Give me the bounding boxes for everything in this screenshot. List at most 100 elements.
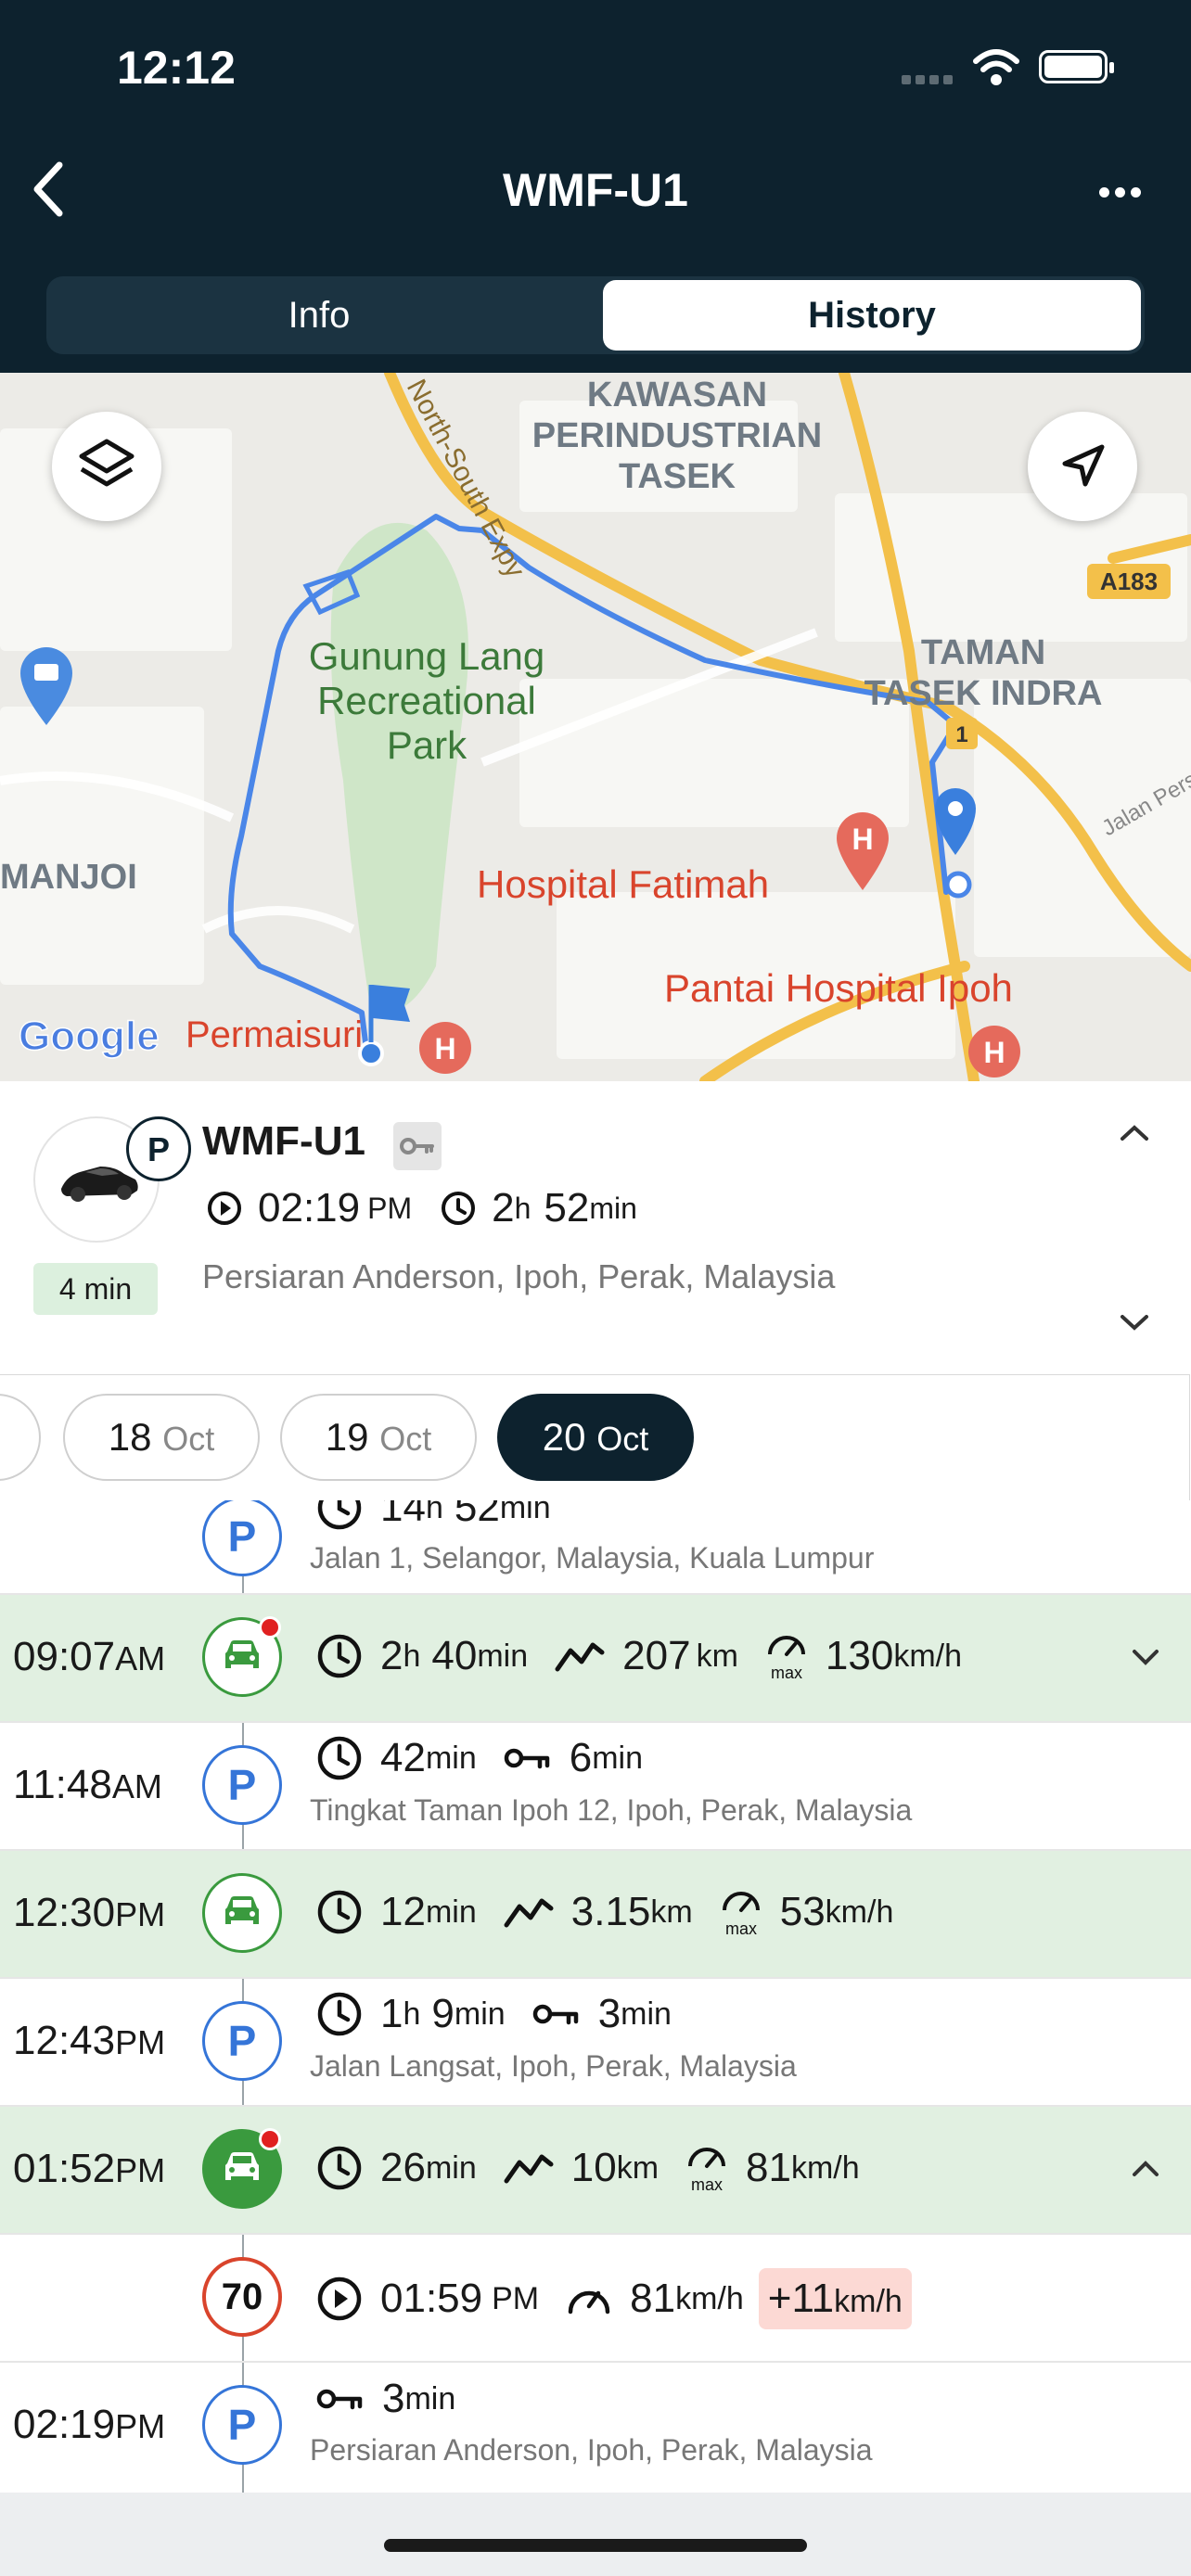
speed-value: 81 [630, 2276, 676, 2321]
duration-minutes: 9 [431, 1991, 455, 2036]
tab-history[interactable]: History [603, 280, 1141, 351]
parked-status-badge: P [126, 1116, 191, 1181]
page-title: WMF-U1 [503, 164, 688, 216]
max-speed-value: 130 [825, 1633, 894, 1678]
date-chip-18-oct[interactable]: 18 Oct [63, 1394, 260, 1481]
duration-hours: 1 [380, 1991, 403, 2036]
distance-value: 3.15 [570, 1889, 651, 1934]
battery-icon [1039, 50, 1114, 83]
time-ampm: PM [115, 1895, 166, 1933]
drive-stats: 2h 40 min 207 km max 130 km/h [315, 1630, 962, 1682]
time-value: 11:48 [13, 1762, 112, 1807]
park-stats: 1h 9 min 3 min [315, 1990, 672, 2038]
time-ampm: PM [115, 2023, 166, 2061]
time-ampm: AM [111, 1767, 162, 1805]
distance-unit: km [616, 2149, 660, 2186]
key-icon [504, 1748, 549, 1769]
last-update-badge: 4 min [33, 1263, 158, 1315]
clock-icon [317, 1890, 362, 1934]
parked-since-time: 02:19 [258, 1185, 361, 1231]
clock-icon [317, 1634, 362, 1678]
over-speed-value: +11 [767, 2276, 835, 2321]
park-stats: 42 min 6 min [315, 1734, 643, 1782]
duration-value: 12 [380, 1889, 426, 1934]
date-month: Oct [162, 1420, 215, 1458]
date-month: Oct [379, 1420, 432, 1458]
time-ampm: AM [115, 1639, 166, 1677]
distance-unit: km [696, 1638, 738, 1674]
svg-text:H: H [852, 823, 873, 856]
duration-minutes: 40 [431, 1633, 478, 1678]
timeline-row-park[interactable]: 02:19PM P 3 min Persiaran Anderson, Ipoh,… [0, 2363, 1191, 2493]
park-stats: 3 min [315, 2376, 455, 2422]
layers-icon [79, 439, 134, 487]
duration-minutes-unit: min [454, 1996, 506, 2032]
drive-node [202, 1873, 282, 1953]
max-speed-icon: max [767, 1636, 805, 1682]
chevron-down-icon[interactable] [1117, 1311, 1152, 1333]
more-icon[interactable] [1099, 185, 1146, 202]
chevron-up-icon[interactable] [1117, 1122, 1152, 1144]
duration-hours: 14 [380, 1500, 426, 1530]
duration-hours-unit: h [425, 1500, 443, 1525]
clock-icon [317, 1992, 362, 2036]
route-map[interactable]: H H H A183 1 North-South Expy Jalan Pers… [0, 373, 1191, 1081]
tab-info[interactable]: Info [50, 280, 588, 351]
timeline-row-park[interactable]: 11:48AM P 42 min 6 min Tingkat Taman Ipoh … [0, 1723, 1191, 1851]
navigation-arrow-icon [1062, 444, 1105, 487]
time-ampm: PM [115, 2407, 166, 2445]
row-time: 12:43PM [13, 2018, 165, 2064]
map-label-permaisuri: Permaisuri [186, 1014, 364, 1055]
date-day: 19 [325, 1415, 369, 1459]
chevron-up-icon[interactable] [1130, 2159, 1161, 2179]
ignition-duration-value: 6 [569, 1735, 593, 1780]
home-indicator[interactable] [384, 2539, 807, 2552]
timeline-row-park[interactable]: P 14 h 52 min Jalan 1, Selangor, Malaysia,… [0, 1500, 1191, 1595]
map-label-pantai-hospital: Pantai Hospital Ipoh [664, 966, 1013, 1010]
timeline-row-speeding[interactable]: 70 01:59 PM 81 km/h +11km/h [0, 2235, 1191, 2363]
distance-icon [555, 1642, 605, 1672]
status-time: 12:12 [117, 42, 236, 94]
date-month: Oct [596, 1420, 649, 1458]
map-locate-button[interactable] [1028, 412, 1137, 521]
key-icon [532, 2004, 578, 2025]
signal-icon [902, 72, 957, 89]
svg-text:max: max [771, 1664, 802, 1682]
drive-node-active [202, 2128, 282, 2209]
over-speed-unit: km/h [834, 2284, 903, 2319]
map-layers-button[interactable] [52, 412, 161, 521]
duration-minutes: 52 [454, 1500, 500, 1530]
timeline-row-park[interactable]: 12:43PM P 1h 9 min 3 min Jalan Langsat, Ip… [0, 1979, 1191, 2107]
segmented-tabs: Info History [46, 276, 1145, 354]
row-time: 01:52PM [13, 2146, 165, 2192]
svg-text:max: max [691, 2175, 723, 2194]
duration-value: 26 [380, 2145, 426, 2190]
event-time: 01:59 [380, 2276, 483, 2321]
duration-unit: min [425, 1894, 477, 1930]
svg-text:Google: Google [19, 1014, 160, 1059]
time-value: 12:43 [13, 2018, 116, 2063]
play-circle-icon [317, 2276, 362, 2321]
ignition-duration-unit: min [592, 1740, 644, 1776]
timeline-row-drive[interactable]: 12:30PM 12 min 3.15 km max 53 km/h [0, 1851, 1191, 1979]
parked-duration-hours-unit: h [514, 1191, 531, 1225]
distance-value: 207 [622, 1633, 691, 1678]
time-value: 09:07 [13, 1634, 116, 1679]
date-selector: 18 Oct 19 Oct 20 Oct [0, 1374, 1190, 1502]
vehicle-summary[interactable]: P 4 min WMF-U1 02:19 PM 2 h 52 min Persi… [0, 1081, 1191, 1374]
drive-stats: 12 min 3.15 km max 53 km/h [315, 1886, 893, 1938]
duration-unit: min [425, 1740, 477, 1776]
timeline-row-drive-expanded[interactable]: 01:52PM 26 min 10 km max 81 km/h [0, 2107, 1191, 2235]
chevron-down-icon[interactable] [1130, 1647, 1161, 1667]
date-chip-20-oct[interactable]: 20 Oct [497, 1394, 694, 1481]
max-speed-unit: km/h [790, 2149, 860, 2186]
timeline-row-drive[interactable]: 09:07AM 2h 40 min 207 km max 130 km/h [0, 1595, 1191, 1723]
date-chip-19-oct[interactable]: 19 Oct [280, 1394, 477, 1481]
max-speed-value: 81 [746, 2145, 791, 2190]
ignition-duration-value: 3 [382, 2376, 405, 2421]
alert-dot [259, 2128, 281, 2150]
svg-text:A183: A183 [1100, 567, 1158, 595]
date-day: 20 [542, 1415, 586, 1459]
date-chip-previous[interactable] [0, 1394, 41, 1481]
map-label-hospital-fatimah: Hospital Fatimah [477, 862, 770, 906]
